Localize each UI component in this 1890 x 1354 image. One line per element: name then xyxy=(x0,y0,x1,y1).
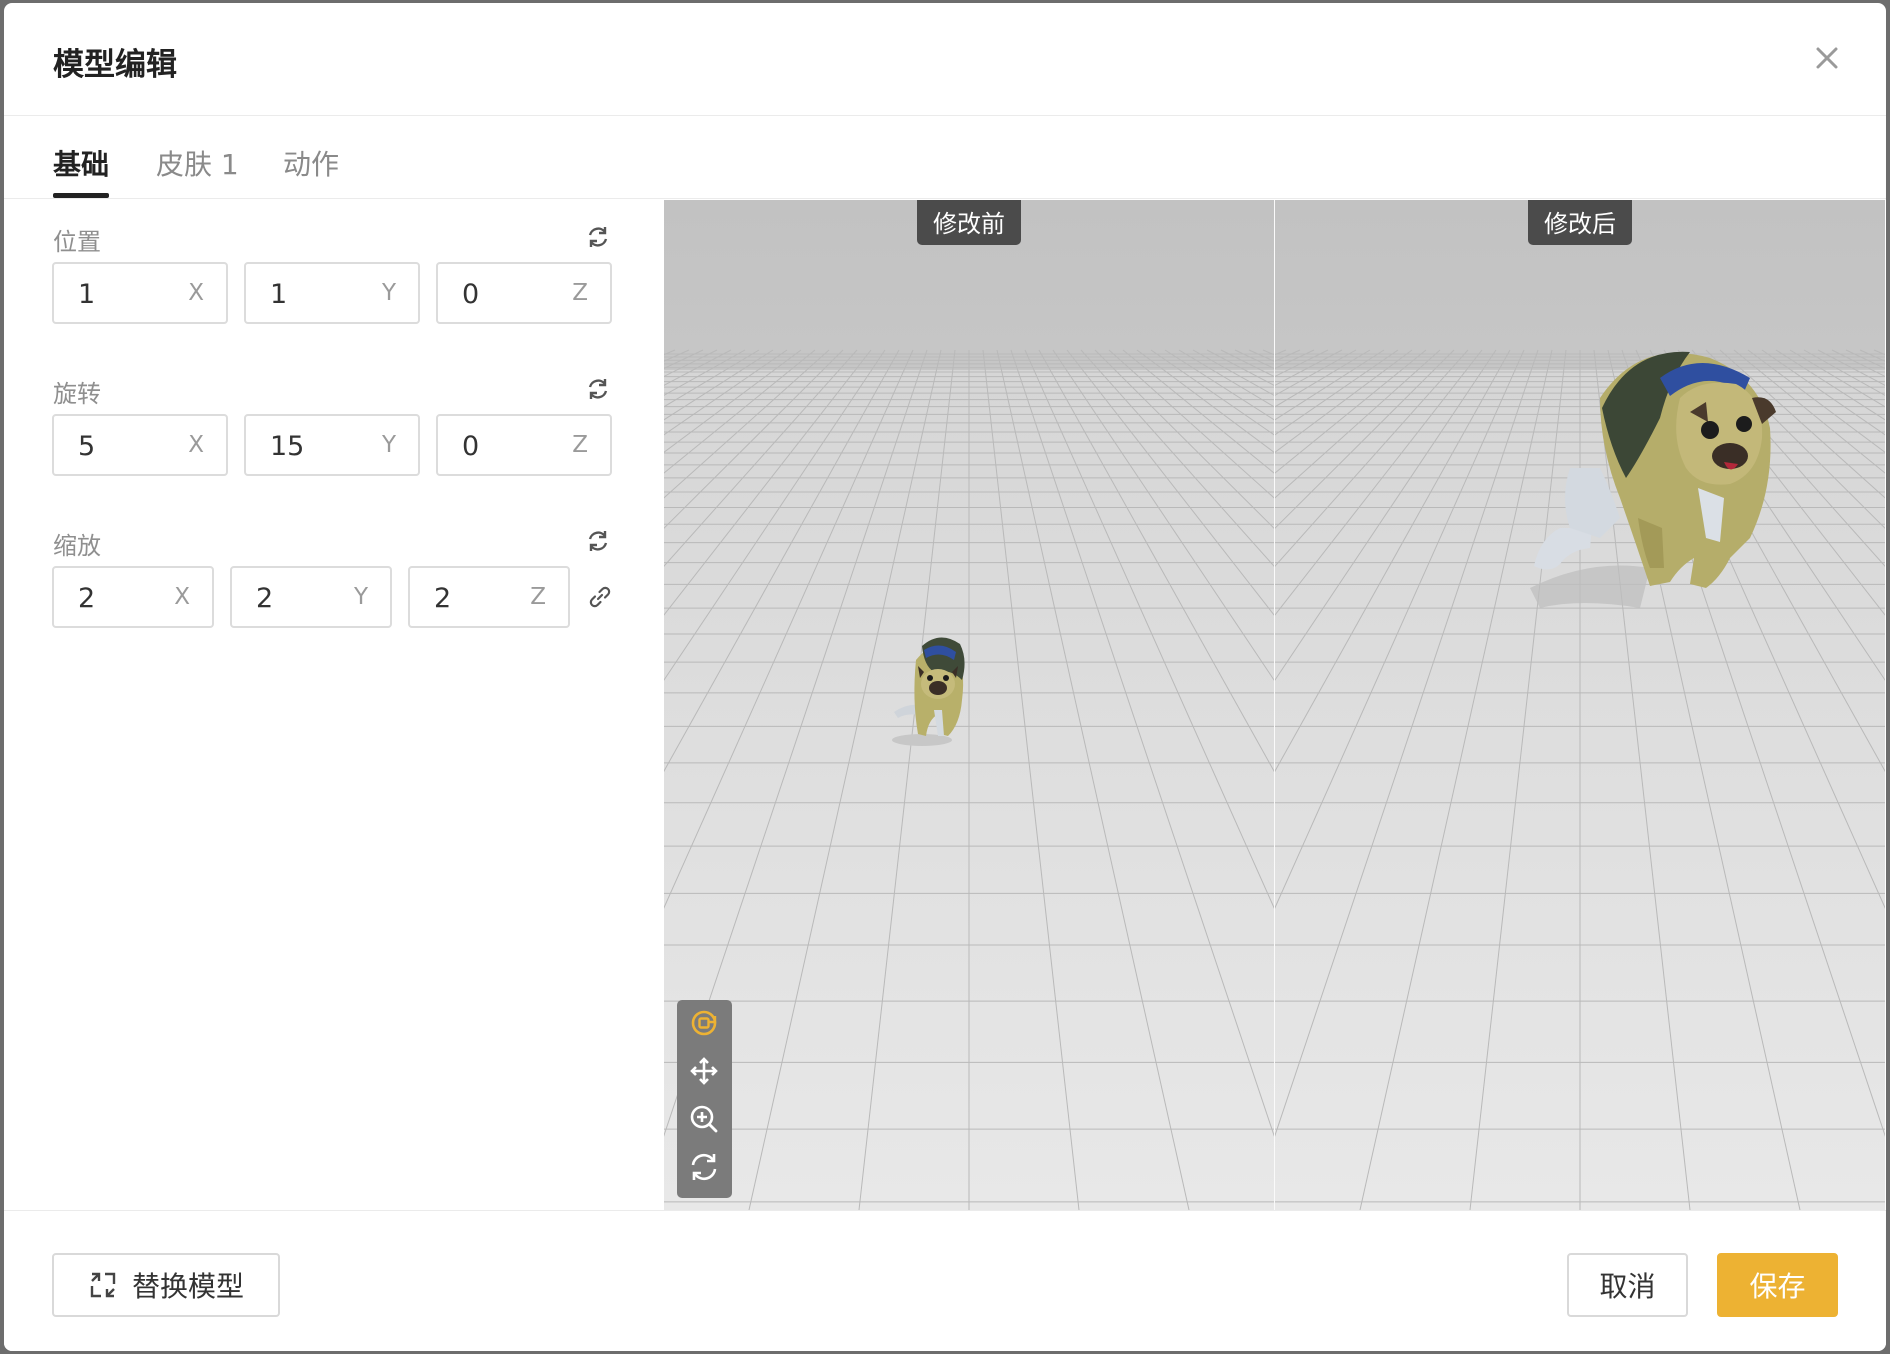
tab-bar: 基础 皮肤 1 动作 xyxy=(4,117,1886,199)
dialog-header: 模型编辑 xyxy=(4,3,1886,116)
position-x-value: 1 xyxy=(78,279,96,310)
position-y-input[interactable]: 1 Y xyxy=(244,262,420,324)
after-preview-viewport[interactable]: 修改后 xyxy=(1275,200,1885,1210)
axis-x-label: X xyxy=(188,432,204,458)
tab-skin-1[interactable]: 皮肤 1 xyxy=(156,143,239,183)
position-z-input[interactable]: 0 Z xyxy=(436,262,612,324)
basic-settings-panel: 位置 1 X 1 Y 0 Z 旋转 5 X 15 Y 0 Z 缩放 2 X 2 … xyxy=(4,200,664,1210)
position-label: 位置 xyxy=(53,228,101,256)
rotation-z-value: 0 xyxy=(462,431,480,462)
model-edit-dialog: 模型编辑 基础 皮肤 1 动作 位置 1 X 1 Y 0 Z 旋转 5 X 15… xyxy=(4,3,1886,1351)
swap-icon xyxy=(90,1272,116,1298)
tab-action[interactable]: 动作 xyxy=(283,143,339,183)
position-z-value: 0 xyxy=(462,279,480,310)
scale-reset-icon[interactable] xyxy=(585,528,611,554)
tab-basic[interactable]: 基础 xyxy=(53,143,109,183)
scale-y-input[interactable]: 2 Y xyxy=(230,566,392,628)
close-icon[interactable] xyxy=(1814,45,1840,71)
axis-z-label: Z xyxy=(572,432,588,458)
orbit-focus-icon[interactable] xyxy=(687,1006,721,1040)
axis-y-label: Y xyxy=(381,432,396,458)
dialog-footer: 替换模型 取消 保存 xyxy=(4,1210,1886,1351)
scale-z-value: 2 xyxy=(434,583,452,614)
before-preview-viewport[interactable]: 修改前 xyxy=(664,200,1274,1210)
dialog-title: 模型编辑 xyxy=(53,47,177,83)
position-x-input[interactable]: 1 X xyxy=(52,262,228,324)
rotation-x-input[interactable]: 5 X xyxy=(52,414,228,476)
position-y-value: 1 xyxy=(270,279,288,310)
save-button[interactable]: 保存 xyxy=(1717,1253,1838,1317)
before-scene xyxy=(664,200,1274,1210)
replace-model-label: 替换模型 xyxy=(131,1270,244,1303)
active-tab-indicator xyxy=(53,193,109,198)
viewport-toolbar xyxy=(677,1000,732,1198)
axis-y-label: Y xyxy=(353,584,368,610)
cancel-button[interactable]: 取消 xyxy=(1567,1253,1688,1317)
axis-x-label: X xyxy=(188,280,204,306)
axis-y-label: Y xyxy=(381,280,396,306)
axis-x-label: X xyxy=(174,584,190,610)
rotation-label: 旋转 xyxy=(53,380,101,408)
scale-y-value: 2 xyxy=(256,583,274,614)
scale-x-value: 2 xyxy=(78,583,96,614)
rotation-z-input[interactable]: 0 Z xyxy=(436,414,612,476)
after-label: 修改后 xyxy=(1528,200,1632,245)
position-reset-icon[interactable] xyxy=(585,224,611,250)
zoom-in-icon[interactable] xyxy=(687,1102,721,1136)
axis-z-label: Z xyxy=(530,584,546,610)
axis-z-label: Z xyxy=(572,280,588,306)
rotation-x-value: 5 xyxy=(78,431,96,462)
rotation-reset-icon[interactable] xyxy=(585,376,611,402)
replace-model-button[interactable]: 替换模型 xyxy=(52,1253,280,1317)
scale-label: 缩放 xyxy=(53,532,101,560)
scale-x-input[interactable]: 2 X xyxy=(52,566,214,628)
after-scene xyxy=(1275,200,1885,1210)
rotation-y-input[interactable]: 15 Y xyxy=(244,414,420,476)
move-icon[interactable] xyxy=(687,1054,721,1088)
scale-lock-link-icon[interactable] xyxy=(587,584,613,610)
rotation-y-value: 15 xyxy=(270,431,305,462)
before-label: 修改前 xyxy=(917,200,1021,245)
scale-z-input[interactable]: 2 Z xyxy=(408,566,570,628)
rotate-icon[interactable] xyxy=(687,1150,721,1184)
